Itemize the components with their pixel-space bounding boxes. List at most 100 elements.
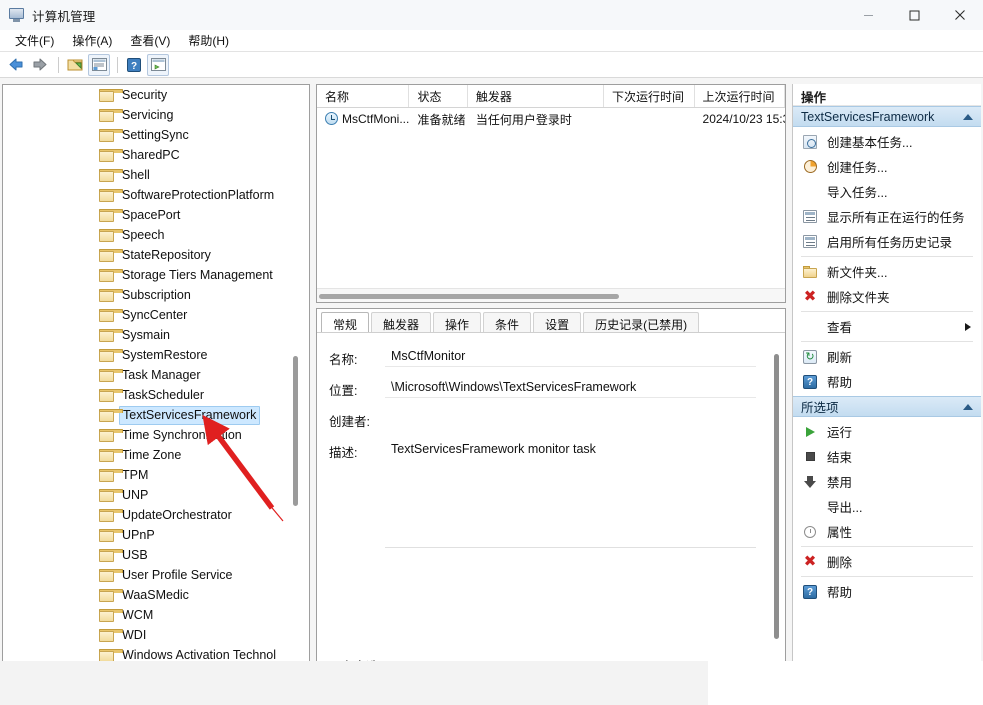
tree-item[interactable]: WCM [3, 605, 295, 625]
task-list-horizontal-scroll-thumb[interactable] [319, 294, 619, 299]
tree-item[interactable]: Task Manager [3, 365, 295, 385]
tree-item-label: SpacePort [122, 208, 180, 222]
tree-item-label: Shell [122, 168, 150, 182]
action-item[interactable]: ✖删除 [793, 549, 981, 574]
detail-tab[interactable]: 设置 [533, 312, 581, 332]
folder-icon [99, 409, 115, 422]
task-list-column-header[interactable]: 触发器 [468, 85, 604, 107]
action-item[interactable]: 结束 [793, 444, 981, 469]
folder-icon [99, 509, 115, 522]
field-description-value[interactable]: TextServicesFramework monitor task [385, 440, 756, 548]
action-item[interactable]: ↻刷新 [793, 344, 981, 369]
chevron-right-icon[interactable] [965, 323, 971, 331]
action-item[interactable]: 导出... [793, 494, 981, 519]
detail-tab[interactable]: 历史记录(已禁用) [583, 312, 699, 332]
tree-item[interactable]: User Profile Service [3, 565, 295, 585]
detail-vertical-scrollbar[interactable] [769, 337, 784, 667]
action-item[interactable]: 属性 [793, 519, 981, 544]
detail-tabs[interactable]: 常规触发器操作条件设置历史记录(已禁用) [317, 309, 785, 333]
action-item[interactable]: 创建任务... [793, 154, 981, 179]
tree-item[interactable]: SoftwareProtectionPlatform [3, 185, 295, 205]
task-list-column-header[interactable]: 下次运行时间 [604, 85, 695, 107]
task-list-column-header[interactable]: 名称 [317, 85, 409, 107]
task-list-column-header[interactable]: 上次运行时间 [695, 85, 786, 107]
action-item[interactable]: ✖删除文件夹 [793, 284, 981, 309]
task-list-horizontal-scrollbar[interactable] [317, 288, 785, 302]
detail-tab[interactable]: 触发器 [371, 312, 431, 332]
tree-vertical-scrollbar[interactable] [289, 86, 303, 664]
menu-action[interactable]: 操作(A) [63, 30, 121, 51]
detail-tab[interactable]: 操作 [433, 312, 481, 332]
tree-item[interactable]: Shell [3, 165, 295, 185]
tree-item[interactable]: Time Zone [3, 445, 295, 465]
navigation-tree[interactable]: SecurityServicingSettingSyncSharedPC Shel… [3, 85, 295, 665]
tree-item-label: SyncCenter [122, 308, 187, 322]
task-clock-icon [325, 112, 338, 125]
tree-item[interactable]: Speech [3, 225, 295, 245]
action-item[interactable]: 查看 [793, 314, 981, 339]
detail-tab[interactable]: 条件 [483, 312, 531, 332]
field-location-value[interactable]: \Microsoft\Windows\TextServicesFramework [385, 378, 756, 398]
folder-icon [99, 449, 115, 462]
tree-item[interactable]: SystemRestore [3, 345, 295, 365]
action-item-label: 属性 [827, 522, 852, 541]
actions-group-header[interactable]: 所选项 [793, 396, 981, 417]
tree-item[interactable]: UNP [3, 485, 295, 505]
menu-view[interactable]: 查看(V) [121, 30, 179, 51]
action-item[interactable]: ?帮助 [793, 369, 981, 394]
detail-tab[interactable]: 常规 [321, 312, 369, 332]
tree-item[interactable]: UpdateOrchestrator [3, 505, 295, 525]
tree-item[interactable]: Storage Tiers Management [3, 265, 295, 285]
action-item[interactable]: 新文件夹... [793, 259, 981, 284]
detail-vertical-scroll-thumb[interactable] [774, 354, 779, 639]
tree-item[interactable]: SettingSync [3, 125, 295, 145]
maximize-icon[interactable] [891, 0, 937, 30]
tree-item[interactable]: Subscription [3, 285, 295, 305]
folder-icon [99, 149, 115, 162]
action-item[interactable]: 显示所有正在运行的任务 [793, 204, 981, 229]
tree-item[interactable]: SyncCenter [3, 305, 295, 325]
help-icon[interactable]: ? [123, 54, 145, 76]
field-author-value[interactable] [385, 409, 756, 428]
tree-item[interactable]: Time Synchronization [3, 425, 295, 445]
tree-vertical-scroll-thumb[interactable] [293, 356, 298, 506]
action-item[interactable]: 启用所有任务历史记录 [793, 229, 981, 254]
actions-group-header[interactable]: TextServicesFramework [793, 106, 981, 127]
menu-help[interactable]: 帮助(H) [179, 30, 238, 51]
task-list-body[interactable]: MsCtfMoni...准备就绪当任何用户登录时2024/10/23 15:39… [317, 108, 785, 130]
chevron-up-icon[interactable] [963, 114, 973, 120]
action-item[interactable]: ?帮助 [793, 579, 981, 604]
chevron-up-icon[interactable] [963, 404, 973, 410]
tree-item[interactable]: USB [3, 545, 295, 565]
action-item[interactable]: 导入任务... [793, 179, 981, 204]
show-action-pane-icon[interactable] [147, 54, 169, 76]
properties-icon[interactable] [88, 54, 110, 76]
tree-item[interactable]: TaskScheduler [3, 385, 295, 405]
back-icon[interactable] [5, 54, 27, 76]
tree-item[interactable]: UPnP [3, 525, 295, 545]
forward-icon[interactable] [29, 54, 51, 76]
tree-item[interactable]: Servicing [3, 105, 295, 125]
task-list-row[interactable]: MsCtfMoni...准备就绪当任何用户登录时2024/10/23 15:39… [317, 108, 785, 130]
menu-file[interactable]: 文件(F) [6, 30, 63, 51]
menu-bar: 文件(F) 操作(A) 查看(V) 帮助(H) [0, 30, 983, 52]
minimize-icon[interactable] [845, 0, 891, 30]
field-name-value[interactable]: MsCtfMonitor [385, 347, 756, 367]
action-item[interactable]: 禁用 [793, 469, 981, 494]
tree-item[interactable]: WDI [3, 625, 295, 645]
tree-item[interactable]: TextServicesFramework [3, 405, 295, 425]
action-item[interactable]: 运行 [793, 419, 981, 444]
tree-item[interactable]: Sysmain [3, 325, 295, 345]
task-list-column-header[interactable]: 状态 [409, 85, 467, 107]
tree-item[interactable]: TPM [3, 465, 295, 485]
tree-item[interactable]: StateRepository [3, 245, 295, 265]
tree-item[interactable]: WaaSMedic [3, 585, 295, 605]
action-item[interactable]: 创建基本任务... [793, 129, 981, 154]
task-list-cell-status: 准备就绪 [409, 111, 467, 128]
show-hide-tree-icon[interactable] [64, 54, 86, 76]
tree-item[interactable]: Security [3, 85, 295, 105]
close-icon[interactable] [937, 0, 983, 30]
tree-item[interactable]: SpacePort [3, 205, 295, 225]
tree-item-label: Storage Tiers Management [122, 268, 273, 282]
tree-item[interactable]: SharedPC [3, 145, 295, 165]
